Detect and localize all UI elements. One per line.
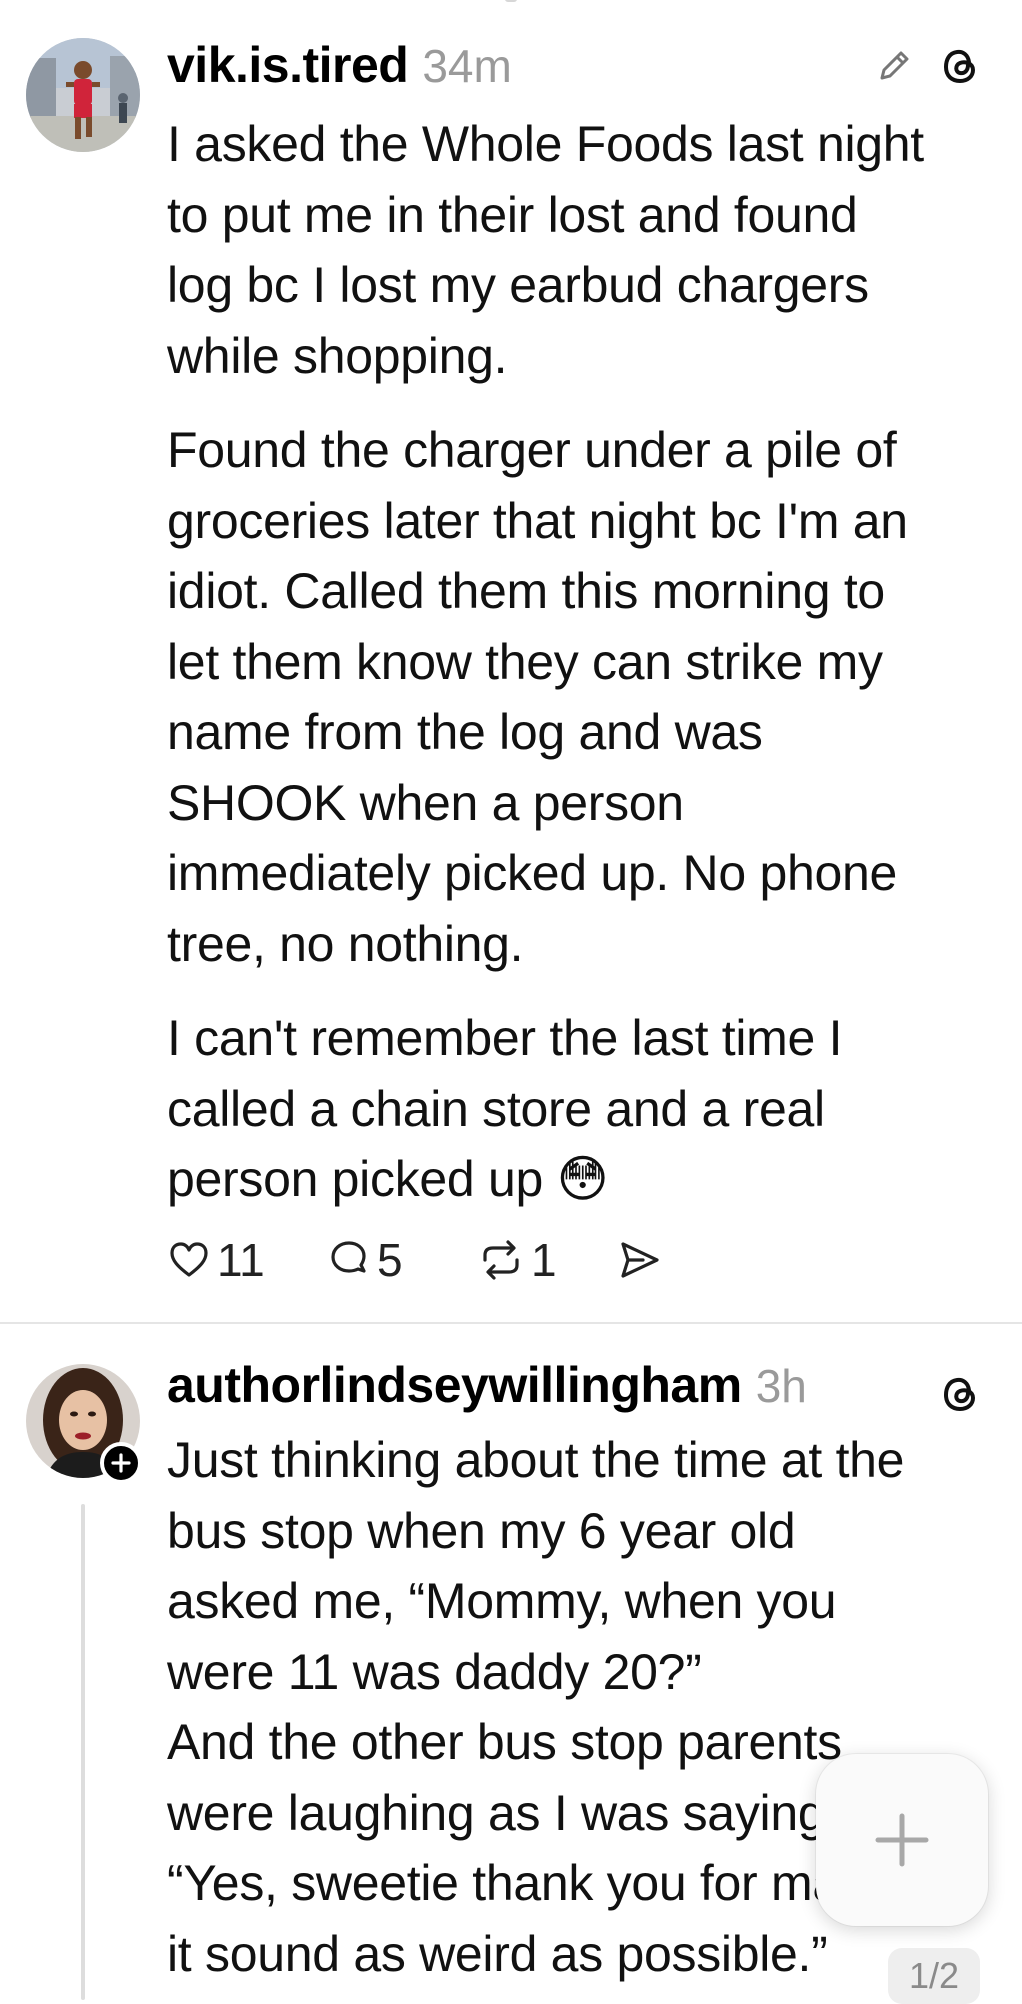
follow-button[interactable] <box>100 1442 142 1484</box>
thread-line <box>81 1504 85 2000</box>
threads-logo-icon <box>936 42 984 90</box>
text-line: tree, no nothing. <box>167 915 524 972</box>
runner-photo-avatar <box>26 38 140 152</box>
timestamp: 34m <box>422 40 512 92</box>
text-line: to put me in their lost and found <box>167 186 858 243</box>
text-line: idiot. Called them this morning to <box>167 563 885 619</box>
repost-icon <box>483 1240 519 1280</box>
plus-icon <box>111 1453 131 1473</box>
text-line: groceries later that night bc I'm an <box>167 492 908 549</box>
post-paragraph-1: I asked the Whole Foods last night to pu… <box>167 109 1007 391</box>
text-line: asked me, “Mommy, when you <box>167 1573 837 1629</box>
post-paragraph-3: I can't remember the last time I called … <box>167 1003 1007 1215</box>
like-count: 11 <box>217 1234 265 1286</box>
post-header: authorlindseywillingham 3h <box>167 1356 807 1416</box>
post-header: vik.is.tired 34m <box>167 36 512 96</box>
avatar[interactable] <box>26 38 140 152</box>
timestamp: 3h <box>755 1360 807 1412</box>
text-line: I asked the Whole Foods last night <box>167 116 924 172</box>
text-line: were 11 was daddy 20?” <box>167 1643 702 1700</box>
reply-count: 5 <box>377 1234 403 1286</box>
pencil-icon[interactable] <box>872 44 916 88</box>
repost-button[interactable]: 1 <box>477 1233 617 1287</box>
text-line: I can't remember the last time I <box>167 1010 843 1066</box>
like-button[interactable]: 11 <box>167 1233 327 1287</box>
page-indicator: 1/2 <box>888 1948 980 2004</box>
repost-count: 1 <box>531 1234 557 1286</box>
text-line: log bc I lost my earbud chargers <box>167 257 869 313</box>
text-line: were laughing as I was saying <box>167 1784 826 1841</box>
text-line: Just thinking about the time at the <box>167 1432 905 1488</box>
new-post-button[interactable] <box>816 1754 988 1926</box>
comment-icon <box>331 1241 366 1273</box>
plus-icon <box>875 1813 929 1867</box>
send-icon <box>621 1242 659 1278</box>
text-line: SHOOK when a person <box>167 774 684 831</box>
text-line: immediately picked up. No phone <box>167 845 898 901</box>
share-button[interactable] <box>617 1238 669 1282</box>
text-line: it sound as weird as possible.” <box>167 1925 828 1982</box>
text-line: person picked up 😳 <box>167 1151 609 1207</box>
username[interactable]: authorlindseywillingham <box>167 1356 742 1414</box>
text-line: Found the charger under a pile of <box>167 422 897 478</box>
post-paragraph-2: Found the charger under a pile of grocer… <box>167 415 1007 979</box>
post-vik-is-tired[interactable]: vik.is.tired 34m I asked the Whole Foods… <box>0 0 1022 1322</box>
post-body: I asked the Whole Foods last night to pu… <box>167 109 1007 1215</box>
username[interactable]: vik.is.tired <box>167 36 409 94</box>
text-line: name from the log and was <box>167 704 763 760</box>
reply-button[interactable]: 5 <box>327 1233 477 1287</box>
text-line: bus stop when my 6 year old <box>167 1502 796 1559</box>
post-actions: 11 5 1 <box>167 1230 669 1290</box>
heart-icon <box>170 1242 208 1277</box>
text-line: let them know they can strike my <box>167 633 883 690</box>
text-line: And the other bus stop parents <box>167 1714 842 1770</box>
text-line: while shopping. <box>167 327 508 384</box>
threads-logo-icon <box>936 1370 984 1418</box>
text-line: called a chain store and a real <box>167 1080 825 1137</box>
